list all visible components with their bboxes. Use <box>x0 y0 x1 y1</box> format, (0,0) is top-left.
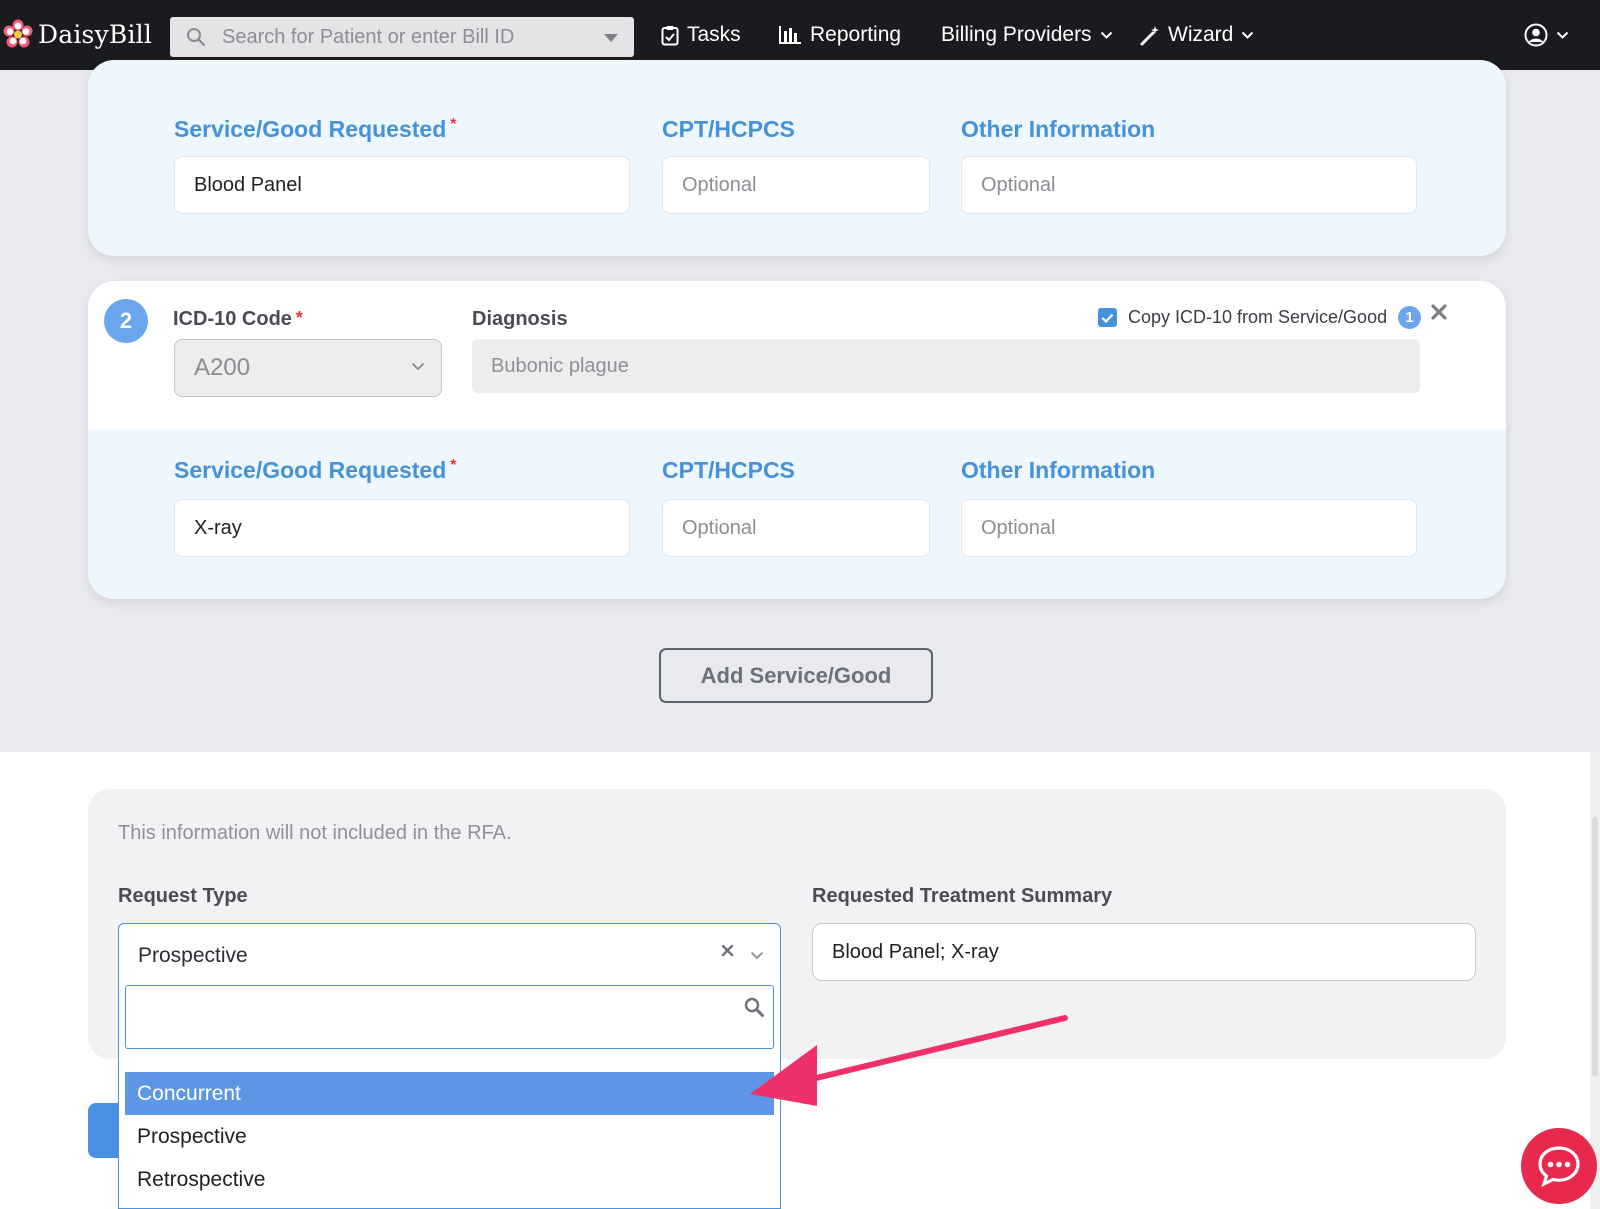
dropdown-search-input[interactable] <box>125 985 774 1049</box>
nav-tasks[interactable]: Tasks <box>661 21 741 49</box>
caret-down-icon[interactable] <box>604 34 618 42</box>
required-marker: * <box>450 457 457 474</box>
item-number-badge: 2 <box>104 299 148 343</box>
other-information-label: Other Information <box>961 116 1156 142</box>
nav-wizard[interactable]: Wizard <box>1140 21 1254 49</box>
nav-reporting-label: Reporting <box>810 23 902 46</box>
daisy-logo-icon[interactable] <box>2 19 34 51</box>
scrollbar-thumb[interactable] <box>1592 817 1598 1077</box>
search-icon <box>744 997 764 1017</box>
cpt-hcpcs-label: CPT/HCPCS <box>662 457 795 483</box>
nav-billing-providers[interactable]: Billing Providers <box>941 21 1113 49</box>
copy-icd10-label: Copy ICD-10 from Service/Good <box>1128 307 1388 327</box>
clipboard-check-icon <box>661 25 679 45</box>
service-item-1-card: Service/Good Requested * CPT/HCPCS Other … <box>88 60 1506 256</box>
user-avatar-icon <box>1524 23 1548 47</box>
copy-icd10-toggle[interactable]: Copy ICD-10 from Service/Good 1 <box>1098 306 1422 329</box>
chevron-down-icon <box>411 362 425 371</box>
treatment-summary-label: Requested Treatment Summary <box>812 885 1113 907</box>
other-information-input[interactable]: Optional <box>961 156 1417 214</box>
service-good-label: Service/Good Requested * <box>174 116 457 142</box>
search-placeholder: Search for Patient or enter Bill ID <box>222 26 515 48</box>
patient-search-input[interactable]: Search for Patient or enter Bill ID <box>170 17 634 57</box>
nav-tasks-label: Tasks <box>687 23 741 46</box>
add-service-good-button[interactable]: Add Service/Good <box>659 648 933 703</box>
icd10-code-value: A200 <box>194 354 251 381</box>
dropdown-option-retrospective[interactable]: Retrospective <box>125 1158 774 1201</box>
chat-bubble-icon <box>1538 1146 1580 1188</box>
brand-name[interactable]: DaisyBill <box>38 20 152 49</box>
chat-button[interactable] <box>1521 1128 1597 1204</box>
magic-wand-icon <box>1140 25 1159 45</box>
service-item-2-card: 2 ICD-10 Code * A200 Diagnosis Bubonic pl… <box>88 281 1506 599</box>
chevron-down-icon <box>1242 31 1254 39</box>
service-good-input[interactable]: X-ray <box>174 499 630 557</box>
treatment-summary-input[interactable]: Blood Panel; X-ray <box>812 923 1476 981</box>
cpt-hcpcs-label: CPT/HCPCS <box>662 116 795 142</box>
request-type-dropdown: Concurrent Prospective Retrospective <box>118 985 781 1209</box>
dropdown-option-prospective[interactable]: Prospective <box>125 1115 774 1158</box>
nav-billing-providers-label: Billing Providers <box>941 23 1092 46</box>
copy-icd10-checkbox[interactable] <box>1098 308 1117 327</box>
diagnosis-field: Bubonic plague <box>472 339 1420 393</box>
service-good-label: Service/Good Requested * <box>174 457 457 483</box>
diagnosis-label: Diagnosis <box>472 308 568 330</box>
request-type-value: Prospective <box>138 943 248 967</box>
required-marker: * <box>450 116 457 133</box>
request-type-select[interactable]: Prospective <box>118 923 781 987</box>
other-information-label: Other Information <box>961 457 1156 483</box>
checkmark-icon <box>1101 313 1114 323</box>
cpt-hcpcs-input[interactable]: Optional <box>662 499 930 557</box>
nav-wizard-label: Wizard <box>1168 23 1234 46</box>
chevron-down-icon <box>1100 31 1112 39</box>
remove-item-icon[interactable] <box>1430 303 1448 321</box>
page-scrollbar[interactable] <box>1590 752 1600 1209</box>
dropdown-option-concurrent[interactable]: Concurrent <box>125 1072 774 1115</box>
search-icon <box>187 28 206 47</box>
nav-reporting[interactable]: Reporting <box>778 21 901 49</box>
icd10-code-label: ICD-10 Code * <box>173 308 303 330</box>
cpt-hcpcs-input[interactable]: Optional <box>662 156 930 214</box>
user-menu[interactable] <box>1524 21 1569 49</box>
rfa-note: This information will not included in th… <box>118 822 512 844</box>
icd10-code-select[interactable]: A200 <box>174 339 442 397</box>
service-row: Service/Good Requested * CPT/HCPCS Other … <box>88 429 1506 599</box>
service-reference-badge: 1 <box>1398 306 1422 329</box>
clear-selection-icon[interactable] <box>721 944 734 957</box>
bar-chart-icon <box>779 26 801 44</box>
chevron-down-icon <box>1556 31 1569 39</box>
chevron-down-icon[interactable] <box>750 951 764 960</box>
other-information-input[interactable]: Optional <box>961 499 1417 557</box>
service-good-input[interactable]: Blood Panel <box>174 156 630 214</box>
request-type-label: Request Type <box>118 885 248 907</box>
required-marker: * <box>295 308 303 328</box>
